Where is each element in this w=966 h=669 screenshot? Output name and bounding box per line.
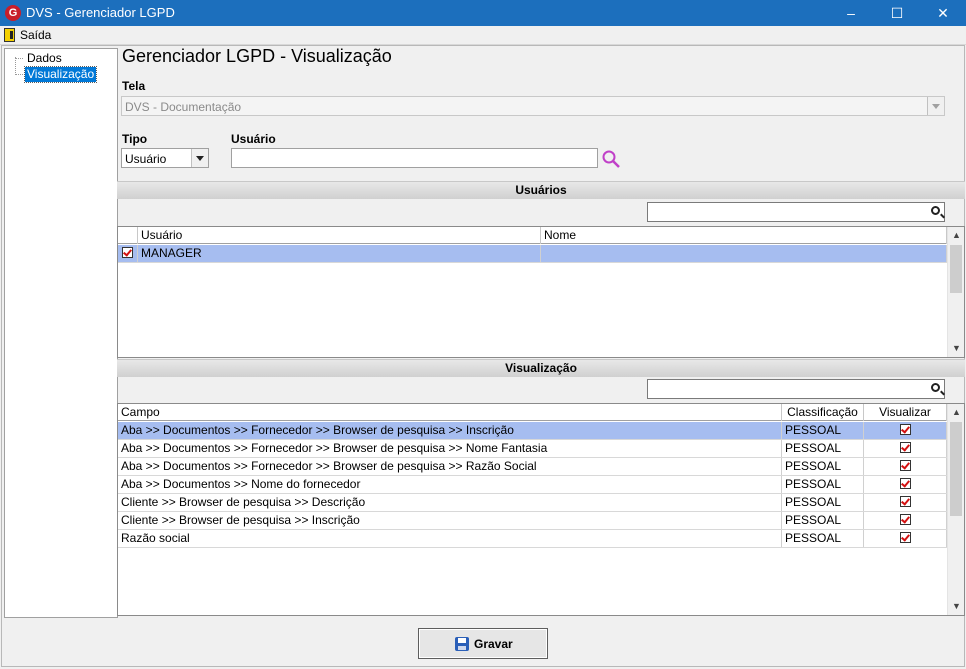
save-button[interactable]: Gravar — [418, 628, 548, 659]
checkbox-checked-icon[interactable] — [899, 478, 911, 490]
minimize-button[interactable]: – — [828, 0, 874, 26]
window-title: DVS - Gerenciador LGPD — [26, 5, 175, 20]
cell-classificacao: PESSOAL — [782, 440, 864, 457]
cell-campo: Aba >> Documentos >> Fornecedor >> Brows… — [118, 422, 782, 439]
save-button-label: Gravar — [474, 637, 513, 651]
checkbox-checked-icon[interactable] — [899, 514, 911, 526]
cell-campo: Cliente >> Browser de pesquisa >> Inscri… — [118, 512, 782, 529]
maximize-button[interactable]: ☐ — [874, 0, 920, 26]
usuarios-grid: Usuário Nome MANAGER ▲ ▼ — [117, 226, 965, 358]
tipo-label: Tipo — [122, 132, 148, 146]
checkbox-checked-icon[interactable] — [899, 460, 911, 472]
app-logo-icon: G — [5, 5, 21, 21]
menu-item-exit[interactable]: Saída — [20, 28, 51, 42]
table-row[interactable]: Razão social PESSOAL — [118, 530, 947, 548]
visualizacao-filter-input[interactable] — [647, 379, 945, 399]
navigation-tree: Dados Visualização — [4, 48, 118, 618]
tree-branch-tick — [15, 58, 23, 59]
table-row[interactable]: Aba >> Documentos >> Fornecedor >> Brows… — [118, 458, 947, 476]
cell-usuario: MANAGER — [138, 245, 541, 262]
cell-nome — [541, 245, 947, 262]
table-row[interactable]: Aba >> Documentos >> Fornecedor >> Brows… — [118, 440, 947, 458]
checkbox-checked-icon[interactable] — [899, 442, 911, 454]
tela-select-value: DVS - Documentação — [125, 100, 242, 114]
chevron-down-icon — [927, 97, 944, 115]
table-row[interactable]: Cliente >> Browser de pesquisa >> Inscri… — [118, 512, 947, 530]
visualizacao-grid-header: Campo Classificação Visualizar — [118, 404, 947, 421]
cell-visualizar[interactable] — [864, 530, 947, 547]
column-header-campo[interactable]: Campo — [118, 404, 782, 421]
cell-classificacao: PESSOAL — [782, 494, 864, 511]
usuario-input[interactable] — [231, 148, 598, 168]
tipo-select-value: Usuário — [125, 152, 167, 166]
cell-campo: Aba >> Documentos >> Fornecedor >> Brows… — [118, 458, 782, 475]
search-icon[interactable] — [931, 383, 940, 392]
window-titlebar: G DVS - Gerenciador LGPD – ☐ ✕ — [0, 0, 966, 26]
visualizacao-grid: Campo Classificação Visualizar Aba >> Do… — [117, 403, 965, 616]
usuario-label: Usuário — [231, 132, 276, 146]
tela-select: DVS - Documentação — [121, 96, 945, 116]
usuarios-grid-header: Usuário Nome — [118, 227, 947, 244]
close-button[interactable]: ✕ — [920, 0, 966, 26]
floppy-disk-icon — [455, 637, 469, 651]
cell-classificacao: PESSOAL — [782, 512, 864, 529]
cell-classificacao: PESSOAL — [782, 458, 864, 475]
table-row[interactable]: Cliente >> Browser de pesquisa >> Descri… — [118, 494, 947, 512]
cell-campo: Cliente >> Browser de pesquisa >> Descri… — [118, 494, 782, 511]
scroll-down-icon[interactable]: ▼ — [948, 340, 964, 357]
checkbox-checked-icon[interactable] — [899, 424, 911, 436]
scroll-down-icon[interactable]: ▼ — [948, 598, 964, 615]
cell-visualizar[interactable] — [864, 422, 947, 439]
tree-branch-tick — [15, 74, 23, 75]
column-header-visualizar[interactable]: Visualizar — [864, 404, 947, 421]
cell-campo: Aba >> Documentos >> Fornecedor >> Brows… — [118, 440, 782, 457]
cell-visualizar[interactable] — [864, 458, 947, 475]
table-row[interactable]: Aba >> Documentos >> Fornecedor >> Brows… — [118, 422, 947, 440]
column-header-classificacao[interactable]: Classificação — [782, 404, 864, 421]
usuarios-scrollbar[interactable]: ▲ ▼ — [947, 227, 964, 357]
page-title: Gerenciador LGPD - Visualização — [122, 46, 392, 66]
visualizacao-section-header: Visualização — [117, 359, 965, 377]
visualizacao-scrollbar[interactable]: ▲ ▼ — [947, 404, 964, 615]
cell-campo: Aba >> Documentos >> Nome do fornecedor — [118, 476, 782, 493]
scrollbar-thumb[interactable] — [950, 422, 962, 516]
table-row[interactable]: Aba >> Documentos >> Nome do fornecedor … — [118, 476, 947, 494]
search-icon[interactable] — [931, 206, 940, 215]
cell-classificacao: PESSOAL — [782, 476, 864, 493]
header-check-column — [118, 227, 138, 244]
scrollbar-thumb[interactable] — [950, 245, 962, 293]
cell-classificacao: PESSOAL — [782, 530, 864, 547]
checkbox-checked-icon[interactable] — [899, 532, 911, 544]
exit-door-icon[interactable] — [4, 28, 15, 42]
cell-visualizar[interactable] — [864, 440, 947, 457]
menu-bar: Saída — [0, 26, 966, 45]
cell-visualizar[interactable] — [864, 494, 947, 511]
tree-branch-line — [15, 57, 16, 75]
scroll-up-icon[interactable]: ▲ — [948, 227, 964, 244]
row-checkbox[interactable] — [118, 245, 138, 262]
column-header-usuario[interactable]: Usuário — [138, 227, 541, 244]
cell-classificacao: PESSOAL — [782, 422, 864, 439]
scroll-up-icon[interactable]: ▲ — [948, 404, 964, 421]
tree-item-dados[interactable]: Dados — [25, 51, 64, 66]
usuarios-section-header: Usuários — [117, 181, 965, 199]
checkbox-checked-icon[interactable] — [899, 496, 911, 508]
chevron-down-icon[interactable] — [191, 149, 208, 167]
cell-campo: Razão social — [118, 530, 782, 547]
checkbox-checked-icon[interactable] — [122, 247, 133, 259]
tela-label: Tela — [122, 79, 146, 93]
tipo-select[interactable]: Usuário — [121, 148, 209, 168]
search-icon[interactable] — [601, 149, 621, 169]
cell-visualizar[interactable] — [864, 512, 947, 529]
table-row[interactable]: MANAGER — [118, 245, 947, 263]
tree-item-visualizacao[interactable]: Visualização — [23, 66, 98, 83]
usuarios-filter-input[interactable] — [647, 202, 945, 222]
column-header-nome[interactable]: Nome — [541, 227, 947, 244]
cell-visualizar[interactable] — [864, 476, 947, 493]
